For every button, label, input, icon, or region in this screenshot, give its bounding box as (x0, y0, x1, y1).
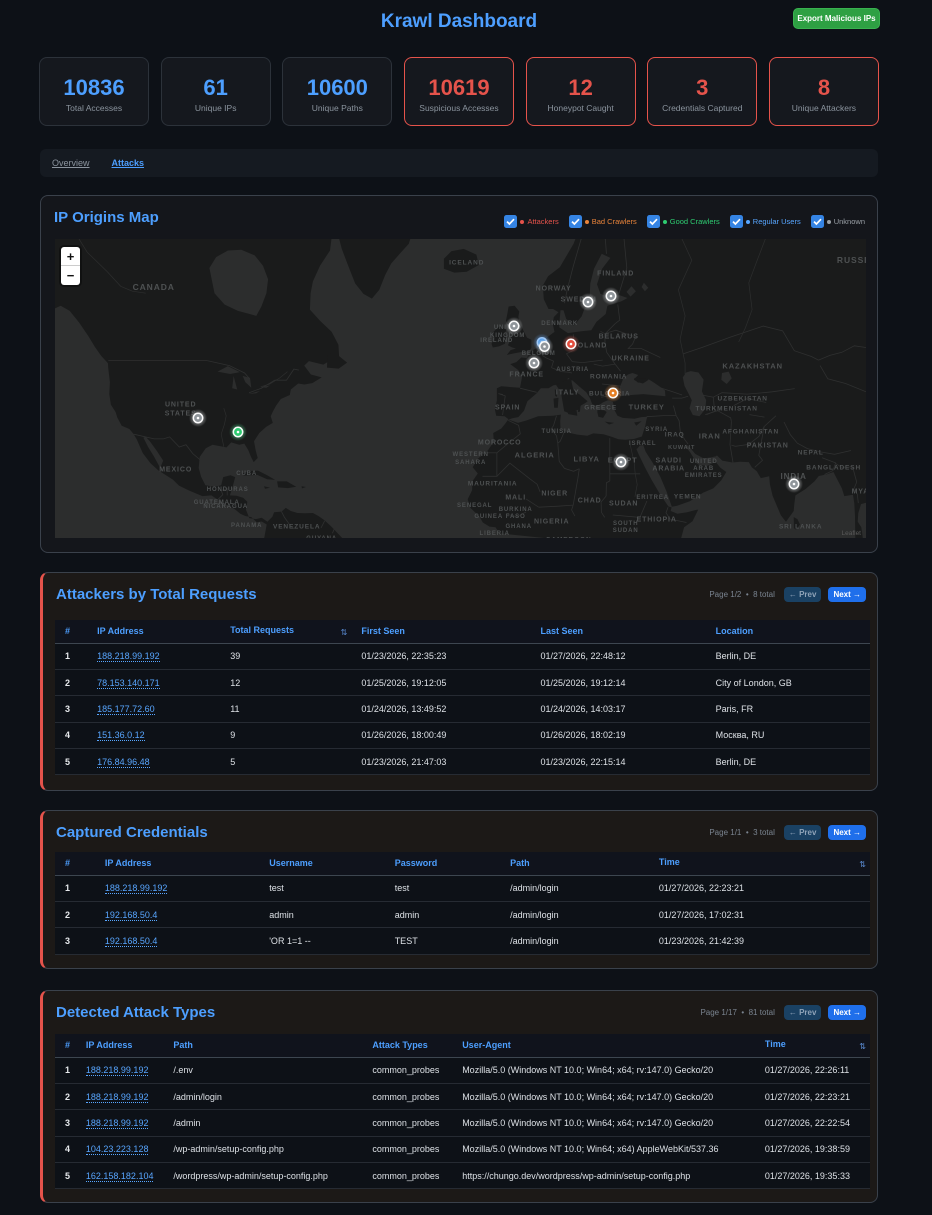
svg-text:MYANMAR: MYANMAR (852, 488, 866, 495)
svg-text:NIGERIA: NIGERIA (534, 518, 569, 525)
svg-text:CUBA: CUBA (236, 471, 257, 477)
svg-text:AUSTRIA: AUSTRIA (556, 367, 589, 373)
svg-text:BANGLADESH: BANGLADESH (806, 464, 861, 471)
svg-text:RUSSIA: RUSSIA (837, 255, 866, 265)
svg-text:SPAIN: SPAIN (495, 404, 520, 411)
svg-text:TURKMENISTAN: TURKMENISTAN (696, 405, 758, 412)
svg-text:SAUDI: SAUDI (656, 457, 682, 464)
svg-text:UKRAINE: UKRAINE (612, 356, 650, 363)
svg-text:IRELAND: IRELAND (480, 338, 513, 344)
svg-text:VENEZUELA: VENEZUELA (273, 523, 320, 530)
svg-text:ALGERIA: ALGERIA (515, 451, 555, 460)
svg-text:SUDAN: SUDAN (613, 528, 639, 534)
svg-text:SOUTH: SOUTH (613, 521, 639, 527)
svg-text:GREECE: GREECE (584, 404, 617, 411)
svg-text:FASO: FASO (506, 514, 526, 520)
svg-text:UNITED: UNITED (165, 401, 196, 408)
svg-text:GUYANA: GUYANA (306, 536, 337, 538)
svg-text:IRAQ: IRAQ (665, 431, 685, 438)
svg-text:NEPAL: NEPAL (798, 449, 824, 456)
svg-text:AFGHANISTAN: AFGHANISTAN (722, 428, 779, 435)
svg-text:Leaflet: Leaflet (841, 530, 861, 537)
svg-text:MOROCCO: MOROCCO (478, 439, 522, 446)
svg-text:WESTERN: WESTERN (453, 452, 489, 458)
svg-text:DENMARK: DENMARK (541, 321, 578, 327)
svg-text:MAURITANIA: MAURITANIA (468, 480, 518, 487)
svg-text:LIBYA: LIBYA (574, 455, 600, 464)
svg-text:PANAMA: PANAMA (231, 523, 262, 529)
svg-text:HONDURAS: HONDURAS (207, 487, 249, 493)
svg-text:LIBERIA: LIBERIA (480, 531, 510, 537)
svg-text:CANADA: CANADA (133, 282, 175, 292)
svg-text:ARABIA: ARABIA (652, 465, 685, 472)
svg-text:FINLAND: FINLAND (597, 271, 634, 278)
svg-text:EMIRATES: EMIRATES (685, 473, 723, 479)
svg-text:ERITREA: ERITREA (636, 495, 669, 501)
svg-text:ICELAND: ICELAND (449, 259, 484, 266)
svg-text:ETHIOPIA: ETHIOPIA (637, 516, 677, 523)
svg-text:BURKINA: BURKINA (499, 507, 533, 513)
svg-text:YEMEN: YEMEN (674, 493, 702, 500)
svg-text:SAHARA: SAHARA (455, 460, 486, 466)
svg-text:TURKEY: TURKEY (629, 403, 665, 412)
svg-text:MALI: MALI (505, 494, 526, 501)
svg-text:TUNISIA: TUNISIA (542, 429, 572, 435)
svg-text:ARAB: ARAB (693, 466, 714, 472)
svg-text:NIGER: NIGER (541, 490, 568, 497)
svg-text:UNITED: UNITED (690, 459, 718, 465)
svg-text:NICARAGUA: NICARAGUA (203, 504, 248, 510)
svg-text:NORWAY: NORWAY (536, 286, 572, 293)
svg-text:CAMEROON: CAMEROON (546, 536, 592, 538)
svg-text:SRI LANKA: SRI LANKA (779, 523, 823, 530)
svg-text:COLOMBIA: COLOMBIA (253, 537, 296, 538)
svg-text:KAZAKHSTAN: KAZAKHSTAN (722, 362, 783, 371)
svg-text:ISRAEL: ISRAEL (629, 441, 656, 447)
svg-text:IRAN: IRAN (699, 432, 721, 441)
svg-text:KUWAIT: KUWAIT (668, 445, 695, 451)
svg-text:UZBEKISTAN: UZBEKISTAN (717, 395, 767, 402)
svg-text:MEXICO: MEXICO (159, 466, 192, 473)
svg-text:BELARUS: BELARUS (599, 334, 639, 341)
svg-text:ROMANIA: ROMANIA (590, 373, 627, 380)
svg-text:SUDAN: SUDAN (609, 500, 638, 507)
svg-text:SENEGAL: SENEGAL (457, 503, 492, 509)
svg-text:ITALY: ITALY (556, 389, 580, 396)
svg-text:GUINEA: GUINEA (474, 514, 503, 520)
svg-text:CHAD: CHAD (578, 497, 602, 504)
svg-text:FRANCE: FRANCE (509, 371, 544, 378)
svg-text:PAKISTAN: PAKISTAN (747, 442, 789, 449)
svg-text:GHANA: GHANA (505, 524, 532, 530)
